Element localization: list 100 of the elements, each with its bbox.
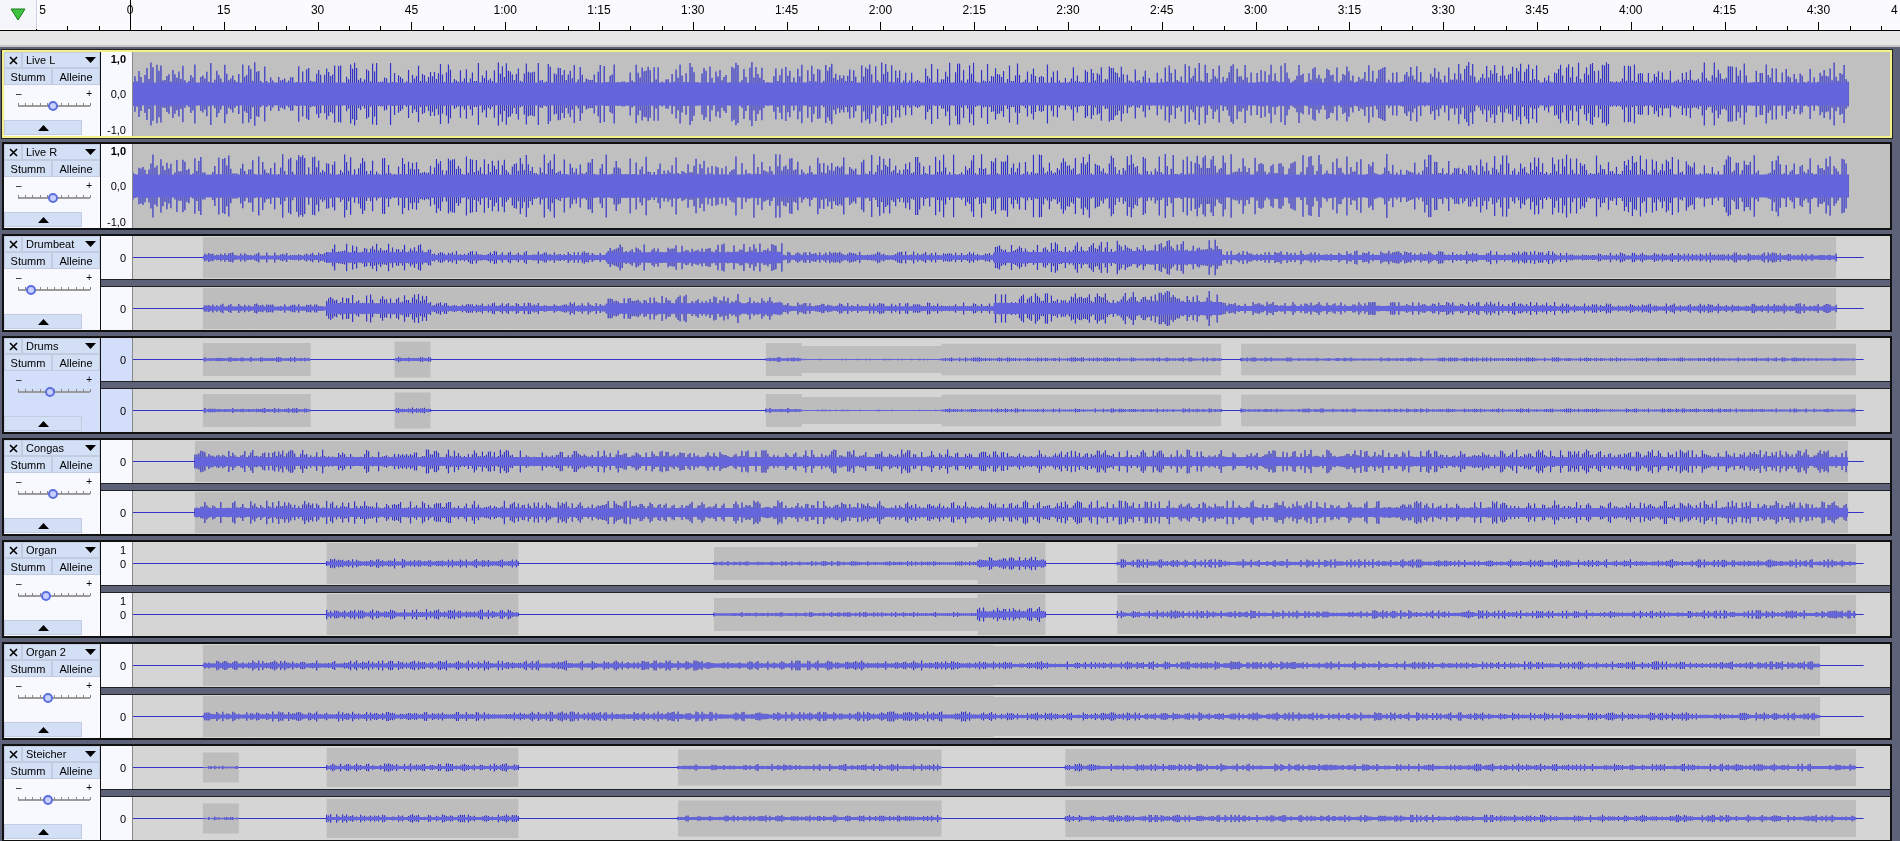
slider-thumb[interactable] [47,193,58,203]
collapse-button[interactable] [4,120,82,135]
track-control-panel[interactable]: Steicher Stumm Alleine – + [4,746,100,840]
slider-thumb[interactable] [44,387,55,397]
close-button[interactable] [4,644,22,660]
mute-button[interactable]: Stumm [4,558,52,575]
amplitude-scale[interactable]: 0 [101,491,133,534]
track-control-panel[interactable]: Congas Stumm Alleine – + [4,440,100,534]
track-panel[interactable]: Live L Stumm Alleine – + 1,0 0,0 -1,0 [2,50,1892,138]
solo-button[interactable]: Alleine [52,660,100,677]
slider-thumb[interactable] [47,101,58,111]
solo-button[interactable]: Alleine [52,160,100,177]
mute-button[interactable]: Stumm [4,68,52,85]
collapse-button[interactable] [4,212,82,227]
play-head-button[interactable] [0,0,37,29]
track-panel[interactable]: Congas Stumm Alleine – + 0 0 [2,438,1892,536]
amplitude-scale[interactable]: 1 0 [101,593,133,636]
gain-slider[interactable] [18,488,90,500]
amplitude-scale[interactable]: 0 [101,389,133,432]
amplitude-scale[interactable]: 0 [101,440,133,483]
plus-label: + [86,180,92,191]
scale-label: 0 [119,404,126,417]
gain-slider[interactable] [18,192,90,204]
mute-button[interactable]: Stumm [4,762,52,779]
amplitude-scale[interactable]: 0 [101,695,133,738]
track-control-panel[interactable]: Drumbeat Stumm Alleine – + [4,236,100,330]
track-name-menu[interactable]: Drumbeat [22,236,100,252]
gain-slider[interactable] [18,284,90,296]
amplitude-scale[interactable]: 1,0 0,0 -1,0 [101,52,133,136]
scale-label: -1,0 [107,216,126,228]
solo-button[interactable]: Alleine [52,762,100,779]
track-control-panel[interactable]: Live R Stumm Alleine – + [4,144,100,228]
time-label: 15 [217,3,231,17]
track-control-panel[interactable]: Drums Stumm Alleine – + [4,338,100,432]
collapse-button[interactable] [4,416,82,431]
track-panel[interactable]: Organ 2 Stumm Alleine – + 0 0 [2,642,1892,740]
slider-thumb[interactable] [43,693,54,703]
solo-button[interactable]: Alleine [52,558,100,575]
gain-slider[interactable] [18,692,90,704]
gain-slider[interactable] [18,794,90,806]
mute-button[interactable]: Stumm [4,354,52,371]
track-panel[interactable]: Drumbeat Stumm Alleine – + 0 0 [2,234,1892,332]
collapse-button[interactable] [4,824,82,839]
collapse-button[interactable] [4,722,82,737]
track-panel[interactable]: Steicher Stumm Alleine – + 0 0 [2,744,1892,841]
time-label: 1:00 [493,3,517,17]
track-name-menu[interactable]: Congas [22,440,100,456]
track-name-menu[interactable]: Organ [22,542,100,558]
amplitude-scale[interactable]: 0 [101,644,133,687]
track-control-panel[interactable]: Live L Stumm Alleine – + [4,52,100,136]
track-name-menu[interactable]: Live R [22,144,100,160]
close-button[interactable] [4,440,22,456]
close-button[interactable] [4,338,22,354]
mute-button[interactable]: Stumm [4,456,52,473]
track-control-panel[interactable]: Organ Stumm Alleine – + [4,542,100,636]
solo-button[interactable]: Alleine [52,252,100,269]
track-panel[interactable]: Organ Stumm Alleine – + 1 0 1 0 [2,540,1892,638]
close-icon [8,647,18,657]
track-panel[interactable]: Live R Stumm Alleine – + 1,0 0,0 -1,0 [2,142,1892,230]
slider-thumb[interactable] [42,795,53,805]
amplitude-scale[interactable]: 0 [101,797,133,840]
amplitude-scale[interactable]: 0 [101,746,133,789]
collapse-button[interactable] [4,518,82,533]
track-name-menu[interactable]: Drums [22,338,100,354]
collapse-button[interactable] [4,314,82,329]
solo-button[interactable]: Alleine [52,68,100,85]
dropdown-arrow-icon [85,751,96,757]
close-button[interactable] [4,144,22,160]
slider-thumb[interactable] [41,591,52,601]
track-name-menu[interactable]: Live L [22,52,100,68]
mute-button[interactable]: Stumm [4,160,52,177]
slider-thumb[interactable] [25,285,36,295]
track-name-menu[interactable]: Organ 2 [22,644,100,660]
collapse-button[interactable] [4,620,82,635]
minus-label: – [16,272,22,283]
gain-slider[interactable] [18,100,90,112]
gain-slider[interactable] [18,590,90,602]
solo-button[interactable]: Alleine [52,456,100,473]
close-button[interactable] [4,542,22,558]
amplitude-scale[interactable]: 1,0 0,0 -1,0 [101,144,133,228]
amplitude-scale[interactable]: 1 0 [101,542,133,585]
track-control-panel[interactable]: Organ 2 Stumm Alleine – + [4,644,100,738]
amplitude-scale[interactable]: 0 [101,338,133,381]
mute-button[interactable]: Stumm [4,660,52,677]
close-button[interactable] [4,52,22,68]
track-panel[interactable]: Drums Stumm Alleine – + 0 0 [2,336,1892,434]
scale-label: 0,0 [110,180,126,192]
dropdown-arrow-icon [85,547,96,553]
solo-button[interactable]: Alleine [52,354,100,371]
mute-button[interactable]: Stumm [4,252,52,269]
slider-thumb[interactable] [48,489,59,499]
track-name-menu[interactable]: Steicher [22,746,100,762]
time-label: 2:45 [1150,3,1174,17]
gain-slider[interactable] [18,386,90,398]
amplitude-scale[interactable]: 0 [101,287,133,330]
dropdown-arrow-icon [85,343,96,349]
close-button[interactable] [4,236,22,252]
time-label: 1:30 [681,3,705,17]
close-button[interactable] [4,746,22,762]
amplitude-scale[interactable]: 0 [101,236,133,279]
